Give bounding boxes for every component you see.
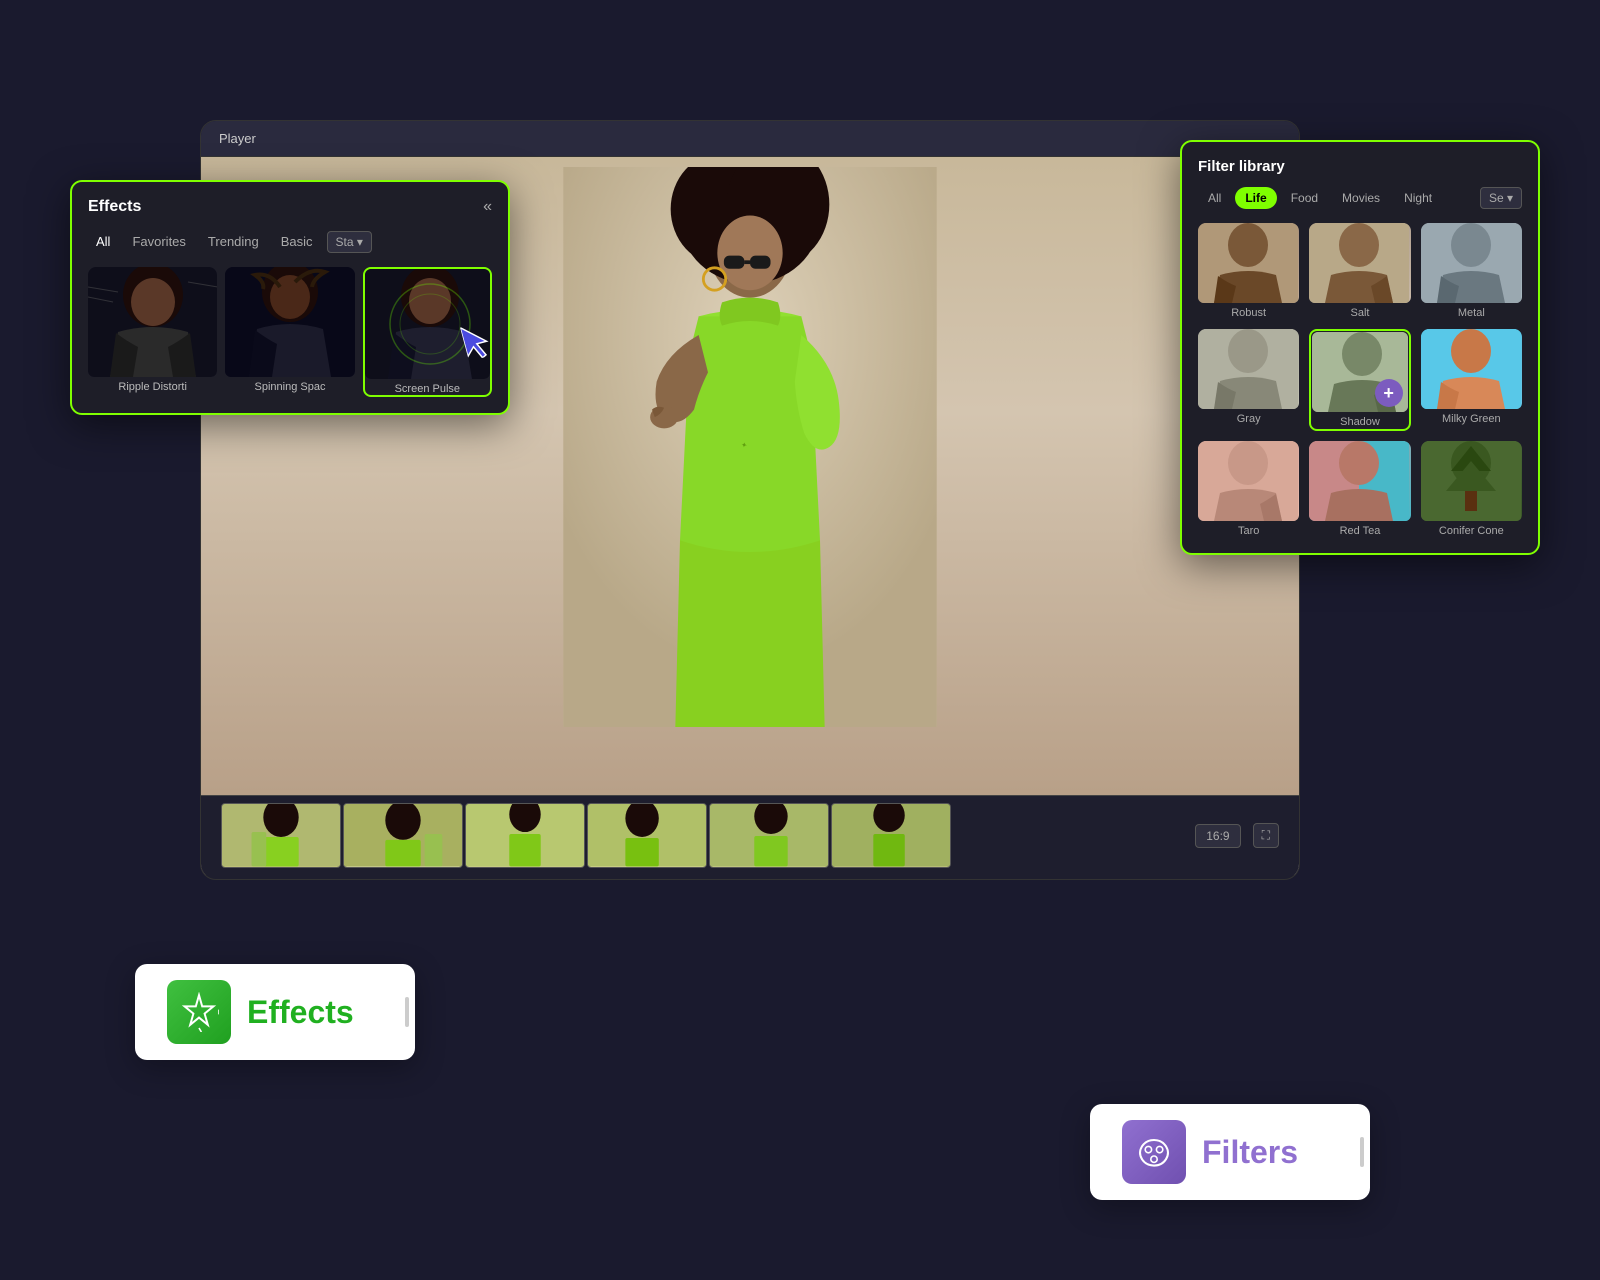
effects-badge-text: Effects [247,994,354,1031]
aspect-ratio-label[interactable]: 16:9 [1195,824,1240,848]
timeline-controls: 16:9 ⛶ [1175,813,1299,858]
filter-label-salt: Salt [1309,307,1410,319]
effects-grid: Ripple Distorti Spinning Spac [88,267,492,397]
filter-tab-night[interactable]: Night [1394,187,1442,209]
player-header: Player [201,121,1299,157]
filter-item-red-tea[interactable]: Red Tea [1309,441,1410,537]
filter-thumbnail-taro [1198,441,1299,521]
filter-item-gray[interactable]: Gray [1198,329,1299,431]
filter-item-taro[interactable]: Taro [1198,441,1299,537]
filter-label-metal: Metal [1421,307,1522,319]
filter-item-metal[interactable]: Metal [1421,223,1522,319]
filter-tab-all[interactable]: All [1198,187,1231,209]
filter-thumbnail-metal [1421,223,1522,303]
timeline-strip: 16:9 ⛶ [201,795,1299,875]
effects-badge: Effects [135,964,415,1060]
filter-panel-title: Filter library [1198,158,1522,175]
filter-label-red-tea: Red Tea [1309,525,1410,537]
filter-item-shadow[interactable]: + Shadow [1309,329,1410,431]
effect-item-ripple[interactable]: Ripple Distorti [88,267,217,397]
effect-label-ripple: Ripple Distorti [88,381,217,393]
effects-panel-header: Effects « [88,198,492,216]
effect-item-screen-pulse[interactable]: Screen Pulse [363,267,492,397]
effects-tabs: All Favorites Trending Basic Sta ▾ [88,230,492,253]
effects-panel-title: Effects [88,198,141,216]
effects-tab-favorites[interactable]: Favorites [124,230,193,253]
effects-tab-trending[interactable]: Trending [200,230,267,253]
effects-tab-more[interactable]: Sta ▾ [327,231,372,253]
filter-item-salt[interactable]: Salt [1309,223,1410,319]
effect-label-spinning: Spinning Spac [225,381,354,393]
filter-thumbnail-shadow: + [1312,332,1407,412]
timeline-frame[interactable] [465,803,585,868]
filter-tab-life[interactable]: Life [1235,187,1276,209]
filter-label-milky-green: Milky Green [1421,413,1522,425]
timeline-frame[interactable] [221,803,341,868]
effects-tab-basic[interactable]: Basic [273,230,321,253]
model-svg: ✦ [560,167,940,727]
filters-badge-scroll-handle[interactable] [1360,1137,1364,1167]
filter-thumbnail-red-tea [1309,441,1410,521]
effect-thumbnail-ripple [88,267,217,377]
effects-collapse-btn[interactable]: « [483,198,492,216]
timeline-frames [201,798,1175,873]
filters-badge: Filters [1090,1104,1370,1200]
effects-panel: Effects « All Favorites Trending Basic S… [70,180,510,415]
add-filter-btn[interactable]: + [1375,379,1403,407]
filter-label-gray: Gray [1198,413,1299,425]
filters-badge-text: Filters [1202,1134,1298,1171]
filter-tab-more[interactable]: Se ▾ [1480,187,1522,209]
timeline-frame[interactable] [343,803,463,868]
filter-item-milky-green[interactable]: Milky Green [1421,329,1522,431]
filter-label-conifer-cone: Conifer Cone [1421,525,1522,537]
filter-thumbnail-gray [1198,329,1299,409]
filter-tab-food[interactable]: Food [1281,187,1328,209]
filter-grid: Robust Salt Meta [1198,223,1522,537]
timeline-frame[interactable] [709,803,829,868]
filter-thumbnail-conifer-cone [1421,441,1522,521]
filter-label-robust: Robust [1198,307,1299,319]
effect-item-spinning[interactable]: Spinning Spac [225,267,354,397]
filter-tab-movies[interactable]: Movies [1332,187,1390,209]
filter-item-robust[interactable]: Robust [1198,223,1299,319]
effects-tab-all[interactable]: All [88,230,118,253]
filter-thumbnail-salt [1309,223,1410,303]
player-title: Player [219,131,256,146]
fullscreen-btn[interactable]: ⛶ [1253,823,1279,848]
filters-badge-icon [1122,1120,1186,1184]
filter-thumbnail-milky-green [1421,329,1522,409]
effect-thumbnail-spinning [225,267,354,377]
timeline-frame[interactable] [587,803,707,868]
filter-thumbnail-robust [1198,223,1299,303]
badge-scroll-handle[interactable] [405,997,409,1027]
effects-badge-icon [167,980,231,1044]
filter-label-shadow: Shadow [1312,416,1407,428]
timeline-frame[interactable] [831,803,951,868]
filter-panel: Filter library All Life Food Movies Nigh… [1180,140,1540,555]
effect-label-screen-pulse: Screen Pulse [365,383,490,395]
filter-item-conifer-cone[interactable]: Conifer Cone [1421,441,1522,537]
filter-tabs: All Life Food Movies Night Se ▾ [1198,187,1522,209]
filter-label-taro: Taro [1198,525,1299,537]
